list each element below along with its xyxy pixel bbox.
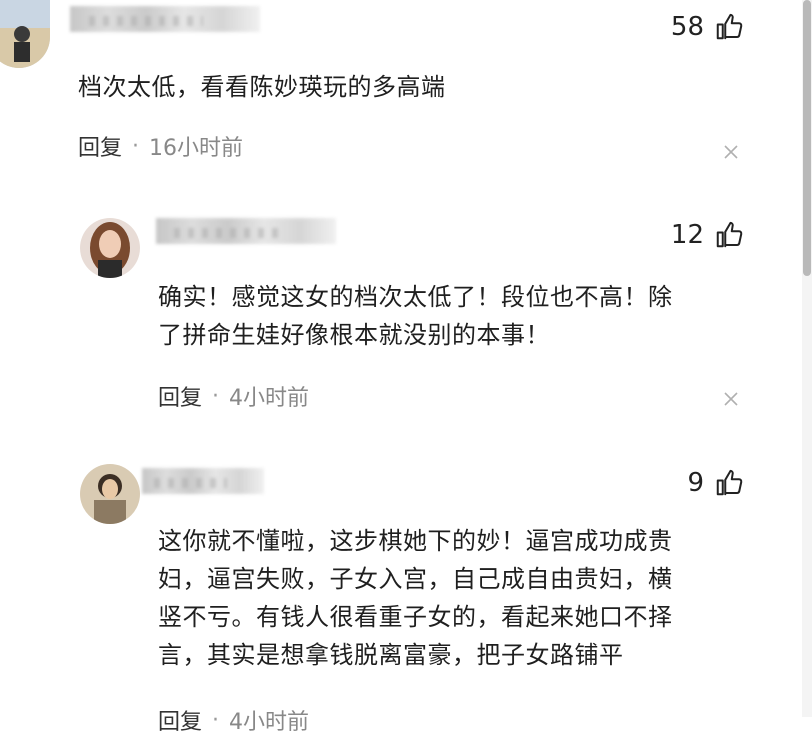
comment-text-line: 了拼命生娃好像根本就没别的本事！ xyxy=(158,321,550,349)
comment-text-line: 言，其实是想拿钱脱离富豪，把子女路铺平 xyxy=(158,641,624,669)
username-blurred[interactable] xyxy=(156,218,336,244)
timestamp: 16小时前 xyxy=(149,136,244,161)
comment-meta: 回复 · 4小时前 xyxy=(158,380,309,412)
comment-text-line: 这你就不懂啦，这步棋她下的妙！逼宫成功成贵 xyxy=(158,527,673,555)
comment-text-line: 妇，逼宫失败，子女入宫，自己成自由贵妇，横 xyxy=(158,565,673,593)
reply-button[interactable]: 回复 xyxy=(158,704,202,736)
separator-dot: · xyxy=(212,707,220,733)
username-blurred[interactable] xyxy=(142,468,264,494)
comment-1: 58 档次太低，看看陈妙瑛玩的多高端 回复 · 16小时前 xyxy=(0,0,800,190)
comment-text: 这你就不懂啦，这步棋她下的妙！逼宫成功成贵 妇，逼宫失败，子女入宫，自己成自由贵… xyxy=(158,522,673,674)
avatar[interactable] xyxy=(0,0,50,68)
comment-3: 9 这你就不懂啦，这步棋她下的妙！逼宫成功成贵 妇，逼宫失败，子女入宫，自己成自… xyxy=(0,440,800,735)
timestamp: 4小时前 xyxy=(229,710,310,735)
separator-dot: · xyxy=(212,383,220,409)
reply-button[interactable]: 回复 xyxy=(158,380,202,412)
comment-text: 确实！感觉这女的档次太低了！段位也不高！除 了拼命生娃好像根本就没别的本事！ xyxy=(158,278,673,354)
comment-meta: 回复 · 16小时前 xyxy=(78,130,243,162)
comment-text-line: 确实！感觉这女的档次太低了！段位也不高！除 xyxy=(158,283,673,311)
reply-button[interactable]: 回复 xyxy=(78,130,122,162)
timestamp: 4小时前 xyxy=(229,386,310,411)
scrollbar-thumb[interactable] xyxy=(803,0,811,276)
comment-2: 12 确实！感觉这女的档次太低了！段位也不高！除 了拼命生娃好像根本就没别的本事… xyxy=(0,190,800,440)
like-count: 12 xyxy=(670,220,704,250)
avatar[interactable] xyxy=(80,464,140,524)
scrollbar-track[interactable] xyxy=(802,0,812,717)
like-count: 9 xyxy=(687,468,704,498)
like-count: 58 xyxy=(670,12,704,42)
thumbs-up-icon[interactable] xyxy=(714,12,744,42)
like-control[interactable]: 58 xyxy=(671,12,744,42)
comment-text-line: 竖不亏。有钱人很看重子女的，看起来她口不择 xyxy=(158,603,673,631)
separator-dot: · xyxy=(132,133,140,159)
close-icon[interactable] xyxy=(724,392,738,406)
like-control[interactable]: 9 xyxy=(687,468,744,498)
username-blurred[interactable] xyxy=(70,6,260,32)
thumbs-up-icon[interactable] xyxy=(714,468,744,498)
comment-meta: 回复 · 4小时前 xyxy=(158,704,309,736)
close-icon[interactable] xyxy=(724,145,738,159)
comment-text: 档次太低，看看陈妙瑛玩的多高端 xyxy=(78,73,446,101)
thumbs-up-icon[interactable] xyxy=(714,220,744,250)
avatar[interactable] xyxy=(80,218,140,278)
like-control[interactable]: 12 xyxy=(671,220,744,250)
